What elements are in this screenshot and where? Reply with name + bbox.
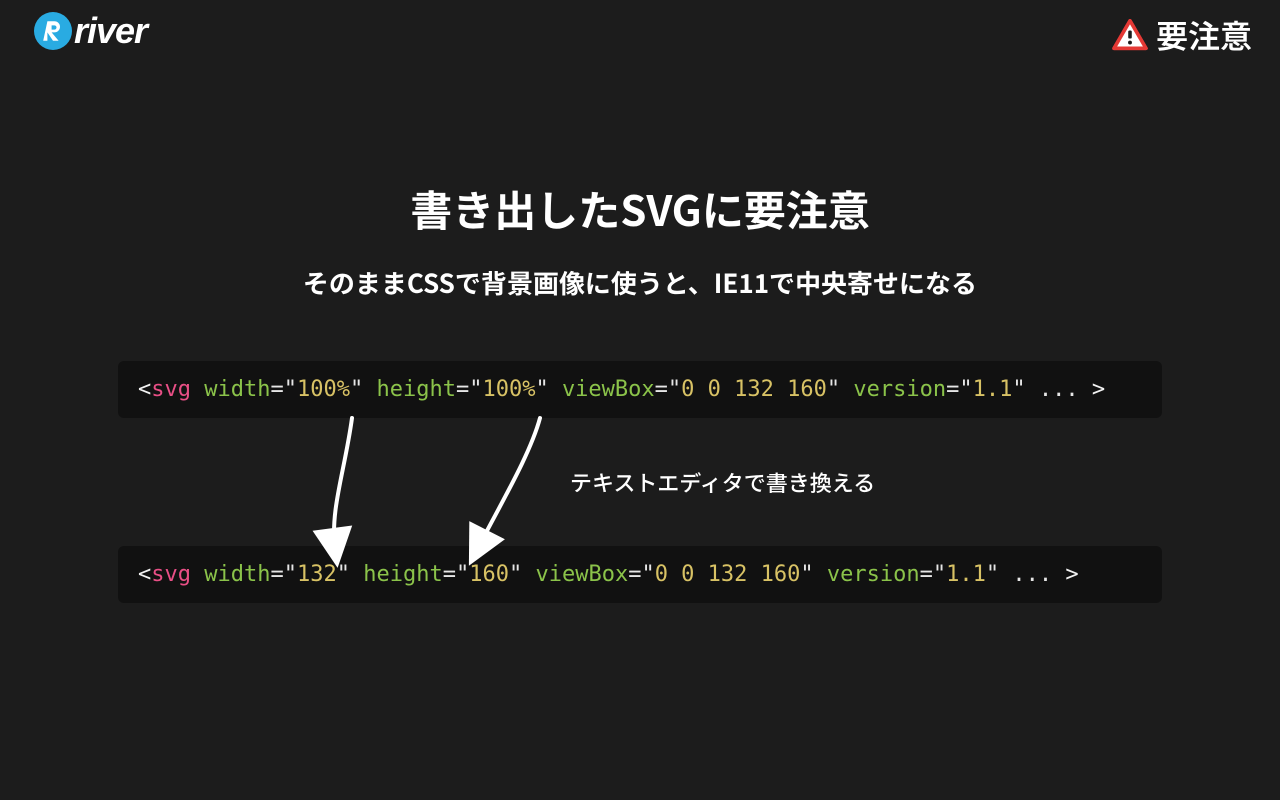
code-close-bracket: >: [1092, 377, 1105, 402]
code-tag: svg: [151, 562, 191, 587]
code-attr-name: height: [376, 377, 455, 402]
code-attr-value: 132: [297, 562, 337, 587]
arrow-icon: [334, 418, 352, 548]
code-attr-name: version: [853, 377, 946, 402]
code-attr-value: 0 0 132 160: [681, 377, 827, 402]
code-block-after: <svg width="132" height="160" viewBox="0…: [118, 546, 1162, 603]
code-attr-name: version: [827, 562, 920, 587]
annotation-label: テキストエディタで書き換える: [570, 466, 875, 498]
code-attr-value: 1.1: [946, 562, 986, 587]
code-block-before: <svg width="100%" height="100%" viewBox=…: [118, 361, 1162, 418]
brand-mark-icon: [34, 12, 72, 50]
warning-icon: [1112, 19, 1148, 51]
brand-name: river: [74, 10, 147, 52]
code-open-bracket: <: [138, 562, 151, 587]
code-attr-name: width: [204, 377, 270, 402]
code-attr-value: 160: [469, 562, 509, 587]
arrow-icon: [478, 418, 540, 548]
code-trail: ...: [1026, 377, 1092, 402]
code-punc: =: [270, 377, 283, 402]
code-attr-name: viewBox: [535, 562, 628, 587]
code-attr-name: viewBox: [562, 377, 655, 402]
code-attr-name: width: [204, 562, 270, 587]
code-attr-name: height: [363, 562, 442, 587]
code-attr-value: 100%: [482, 377, 535, 402]
slide-title: 書き出したSVGに要注意: [0, 178, 1280, 239]
code-open-bracket: <: [138, 377, 151, 402]
code-tag: svg: [151, 377, 191, 402]
slide-subtitle: そのままCSSで背景画像に使うと、IE11で中央寄せになる: [0, 264, 1280, 301]
code-attr-value: 0 0 132 160: [655, 562, 801, 587]
code-attr-value: 100%: [297, 377, 350, 402]
brand-logo: river: [34, 10, 147, 52]
warning-badge: 要注意: [1112, 12, 1252, 58]
code-trail: ...: [999, 562, 1065, 587]
code-close-bracket: >: [1065, 562, 1078, 587]
warning-label: 要注意: [1156, 12, 1252, 58]
code-attr-value: 1.1: [973, 377, 1013, 402]
